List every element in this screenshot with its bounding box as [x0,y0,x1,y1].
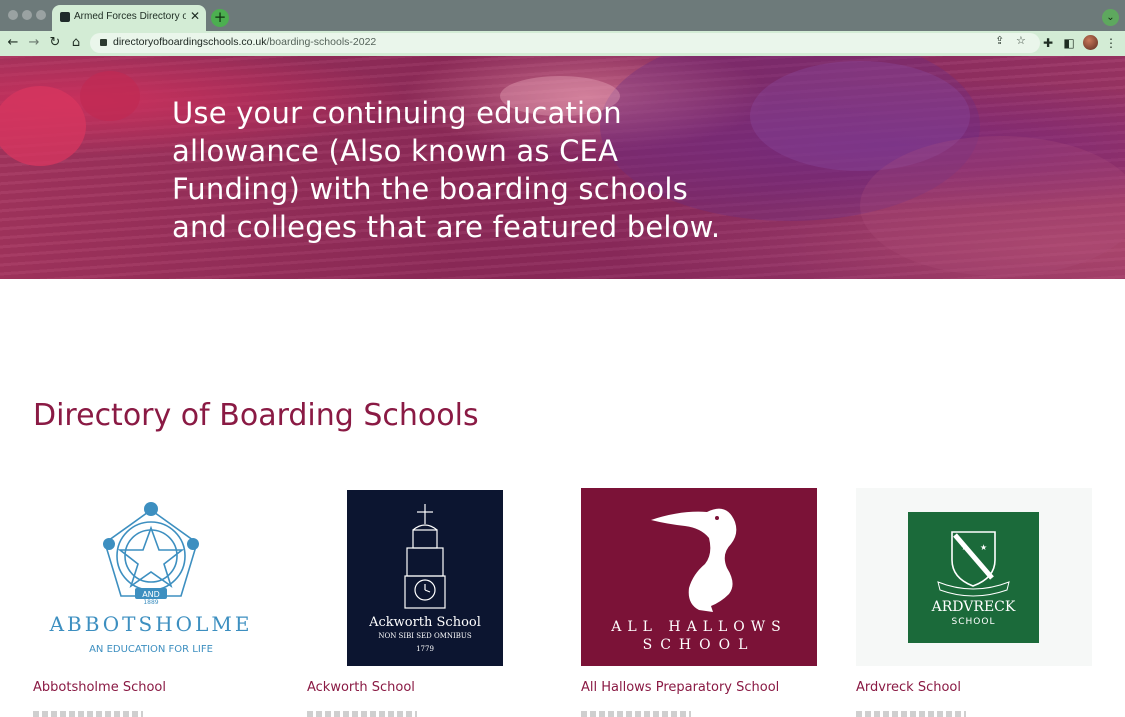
school-meta-line [307,711,417,717]
browser-tab[interactable]: Armed Forces Directory of Boa ✕ [52,5,206,31]
all-hallows-line2: SCHOOL [643,637,756,653]
site-favicon-icon [60,12,70,22]
school-meta-line [33,711,143,717]
tab-close-icon[interactable]: ✕ [190,9,200,23]
heron-head-icon: ALL HALLOWS SCHOOL [610,508,787,653]
svg-text:★: ★ [980,543,987,552]
window-minimize-dot[interactable] [22,10,32,20]
abbotsholme-year: 1889 [143,599,158,606]
school-card-ackworth[interactable]: Ackworth School NON SIBI SED OMNIBUS 177… [307,488,543,717]
abbotsholme-crest-text: AND [142,590,160,599]
ackworth-logo[interactable]: Ackworth School NON SIBI SED OMNIBUS 177… [347,490,503,666]
abbotsholme-logo[interactable]: AND 1889 ABBOTSHOLME AN EDUCATION FOR LI… [33,488,269,668]
ackworth-year: 1779 [416,645,434,653]
page-title: Directory of Boarding Schools [33,398,479,433]
ardvreck-shield-icon: ★ ★ ARDVRECK SCHOOL [931,531,1016,627]
menu-icon[interactable]: ⋮ [1103,35,1119,51]
ardvreck-logo[interactable]: ★ ★ ARDVRECK SCHOOL [856,488,1092,666]
reload-icon[interactable]: ↻ [47,35,63,51]
home-icon[interactable]: ⌂ [68,35,84,51]
forward-icon[interactable]: → [26,35,42,51]
school-card-ardvreck[interactable]: ★ ★ ARDVRECK SCHOOL Ardvreck School [856,488,1092,717]
extensions-icon[interactable]: ✚ [1040,35,1056,51]
school-name-link[interactable]: Ardvreck School [856,680,961,695]
new-tab-button[interactable]: + [211,9,229,27]
school-card-abbotsholme[interactable]: AND 1889 ABBOTSHOLME AN EDUCATION FOR LI… [33,488,269,717]
all-hallows-logo[interactable]: ALL HALLOWS SCHOOL [581,488,817,666]
abbotsholme-wordmark: ABBOTSHOLME [49,612,253,636]
back-icon[interactable]: ← [5,35,21,51]
school-card-all-hallows[interactable]: ALL HALLOWS SCHOOL All Hallows Preparato… [581,488,817,717]
window-zoom-dot[interactable] [36,10,46,20]
abbotsholme-tagline: AN EDUCATION FOR LIFE [89,644,213,655]
profile-avatar[interactable] [1083,35,1098,50]
school-name-link[interactable]: All Hallows Preparatory School [581,680,779,695]
share-icon[interactable]: ⇪ [995,34,1004,47]
ardvreck-sub: SCHOOL [952,617,996,627]
url-path: /boarding-schools-2022 [266,36,377,48]
ackworth-motto: NON SIBI SED OMNIBUS [378,632,471,640]
svg-text:★: ★ [961,543,968,552]
all-hallows-line1: ALL HALLOWS [610,619,787,635]
url-host: directoryofboardingschools.co.uk [113,36,267,48]
hero-text: Use your continuing education allowance … [172,96,721,244]
tab-search-button[interactable]: ⌄ [1102,9,1119,26]
ardvreck-logo-panel: ★ ★ ARDVRECK SCHOOL [908,512,1039,643]
url-text[interactable]: directoryofboardingschools.co.uk/boardin… [113,36,376,48]
lock-icon [100,39,107,46]
tab-title: Armed Forces Directory of Boa [74,11,186,22]
bookmark-star-icon[interactable]: ☆ [1016,34,1026,47]
hero-banner: Use your continuing education allowance … [0,56,1125,279]
abbotsholme-crest-icon: AND 1889 ABBOTSHOLME AN EDUCATION FOR LI… [49,502,253,655]
side-panel-icon[interactable]: ◧ [1061,35,1077,51]
school-name-link[interactable]: Abbotsholme School [33,680,166,695]
school-name-link[interactable]: Ackworth School [307,680,415,695]
address-bar[interactable]: directoryofboardingschools.co.uk/boardin… [90,33,1040,53]
window-close-dot[interactable] [8,10,18,20]
ackworth-wordmark: Ackworth School [368,615,481,630]
ardvreck-wordmark: ARDVRECK [931,599,1016,615]
browser-toolbar: ← → ↻ ⌂ directoryofboardingschools.co.uk… [0,31,1125,56]
school-meta-line [581,711,691,717]
browser-tab-bar: Armed Forces Directory of Boa ✕ + ⌄ [0,0,1125,31]
school-meta-line [856,711,966,717]
ackworth-clocktower-icon: Ackworth School NON SIBI SED OMNIBUS 177… [368,504,481,653]
